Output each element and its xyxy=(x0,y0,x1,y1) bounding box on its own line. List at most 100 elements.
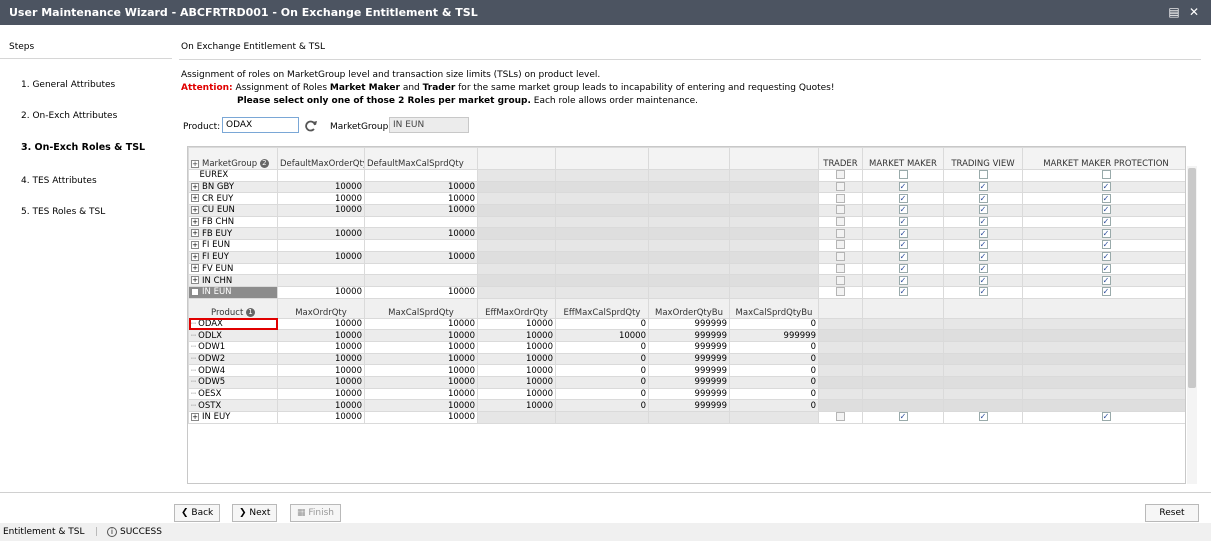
checked-checkbox-icon[interactable]: ✓ xyxy=(898,240,908,250)
expand-icon[interactable]: + xyxy=(191,229,199,238)
checked-checkbox-icon[interactable]: ✓ xyxy=(978,263,988,273)
default-max-cal-sprd-qty-cell[interactable]: 10000 xyxy=(364,285,478,299)
product-cell[interactable]: ┈ OSTX xyxy=(188,399,278,413)
default-max-cal-sprd-qty-cell[interactable] xyxy=(364,169,478,182)
default-max-order-qty-cell[interactable] xyxy=(277,274,365,287)
col-trading-view[interactable]: TRADING VIEW xyxy=(943,147,1023,170)
max-cal-sprd-qty-cell[interactable]: 10000 xyxy=(364,364,478,377)
checked-checkbox-icon[interactable]: ✓ xyxy=(898,217,908,227)
mm-protection-checkbox-cell[interactable]: ✓ xyxy=(1022,192,1185,206)
product-cell[interactable]: ┈ ODW5 xyxy=(188,376,278,389)
marketgroup-cell[interactable]: + CU EUN xyxy=(188,204,278,217)
col-default-max-order-qty[interactable]: DefaultMaxOrderQty xyxy=(277,147,365,170)
product-cell[interactable]: ┈ ODW4 xyxy=(188,364,278,377)
marketgroup-row[interactable]: + IN CHN ✓ ✓ ✓ xyxy=(188,274,1185,287)
trader-checkbox-cell[interactable] xyxy=(818,227,863,241)
checked-checkbox-icon[interactable]: ✓ xyxy=(1101,263,1111,273)
trading-view-checkbox-cell[interactable]: ✓ xyxy=(943,204,1023,217)
market-maker-checkbox-cell[interactable]: ✓ xyxy=(862,204,944,217)
expand-icon[interactable]: + xyxy=(191,205,199,214)
trading-view-checkbox-cell[interactable]: ✓ xyxy=(943,411,1023,424)
default-max-order-qty-cell[interactable] xyxy=(277,169,365,182)
product-row[interactable]: ┈ OESX 10000 10000 10000 0 999999 0 xyxy=(188,387,1185,401)
product-row[interactable]: ┈ ODW4 10000 10000 10000 0 999999 0 xyxy=(188,364,1185,377)
unchecked-checkbox-icon[interactable] xyxy=(836,240,845,250)
checked-checkbox-icon[interactable]: ✓ xyxy=(978,252,988,262)
collapse-icon[interactable]: − xyxy=(191,287,199,296)
unchecked-checkbox-icon[interactable] xyxy=(836,205,845,215)
unchecked-checkbox-icon[interactable] xyxy=(836,182,845,192)
checked-checkbox-icon[interactable]: ✓ xyxy=(1101,287,1111,297)
default-max-cal-sprd-qty-cell[interactable]: 10000 xyxy=(364,192,478,206)
mm-protection-checkbox-cell[interactable]: ✓ xyxy=(1022,262,1185,276)
checked-checkbox-icon[interactable]: ✓ xyxy=(978,193,988,203)
max-ordr-qty-cell[interactable]: 10000 xyxy=(277,399,365,413)
max-cal-sprd-qty-cell[interactable]: 10000 xyxy=(364,352,478,366)
mm-protection-checkbox-cell[interactable]: ✓ xyxy=(1022,204,1185,217)
market-maker-checkbox-cell[interactable]: ✓ xyxy=(862,239,944,252)
market-maker-checkbox-cell[interactable]: ✓ xyxy=(862,215,944,229)
checked-checkbox-icon[interactable]: ✓ xyxy=(1101,252,1111,262)
default-max-order-qty-cell[interactable]: 10000 xyxy=(277,411,365,424)
product-input[interactable]: ODAX xyxy=(222,117,299,133)
checked-checkbox-icon[interactable]: ✓ xyxy=(978,217,988,227)
marketgroup-cell[interactable]: + FI EUY xyxy=(188,250,278,264)
marketgroup-row[interactable]: + IN EUY 10000 10000 ✓ ✓ ✓ xyxy=(188,411,1185,424)
unchecked-checkbox-icon[interactable] xyxy=(836,228,845,238)
market-maker-checkbox-cell[interactable]: ✓ xyxy=(862,274,944,287)
expand-icon[interactable]: + xyxy=(191,194,199,203)
max-ordr-qty-cell[interactable]: 10000 xyxy=(277,364,365,377)
close-icon[interactable]: ✕ xyxy=(1187,5,1201,19)
back-button[interactable]: ❮ Back xyxy=(174,504,221,522)
trading-view-checkbox-cell[interactable]: ✓ xyxy=(943,274,1023,287)
marketgroup-row[interactable]: + CU EUN 10000 10000 ✓ ✓ ✓ xyxy=(188,204,1185,217)
default-max-order-qty-cell[interactable]: 10000 xyxy=(277,180,365,194)
checked-checkbox-icon[interactable]: ✓ xyxy=(898,412,908,422)
checked-checkbox-icon[interactable]: ✓ xyxy=(978,412,988,422)
marketgroup-cell[interactable]: + CR EUY xyxy=(188,192,278,206)
checked-checkbox-icon[interactable]: ✓ xyxy=(898,263,908,273)
subcol-maxcalsprdqty[interactable]: MaxCalSprdQty xyxy=(364,297,478,319)
product-row[interactable]: ┈ OSTX 10000 10000 10000 0 999999 0 xyxy=(188,399,1185,413)
default-max-cal-sprd-qty-cell[interactable]: 10000 xyxy=(364,411,478,424)
market-maker-checkbox-cell[interactable]: ✓ xyxy=(862,192,944,206)
default-max-cal-sprd-qty-cell[interactable]: 10000 xyxy=(364,227,478,241)
trader-checkbox-cell[interactable] xyxy=(818,262,863,276)
default-max-cal-sprd-qty-cell[interactable] xyxy=(364,262,478,276)
default-max-cal-sprd-qty-cell[interactable] xyxy=(364,239,478,252)
checked-checkbox-icon[interactable]: ✓ xyxy=(898,205,908,215)
trader-checkbox-cell[interactable] xyxy=(818,215,863,229)
marketgroup-row[interactable]: + CR EUY 10000 10000 ✓ ✓ ✓ xyxy=(188,192,1185,206)
market-maker-checkbox-cell[interactable]: ✓ xyxy=(862,411,944,424)
default-max-cal-sprd-qty-cell[interactable] xyxy=(364,274,478,287)
max-cal-sprd-qty-cell[interactable]: 10000 xyxy=(364,376,478,389)
market-maker-checkbox-cell[interactable]: ✓ xyxy=(862,285,944,299)
marketgroup-cell[interactable]: − IN EUN xyxy=(188,285,278,299)
checked-checkbox-icon[interactable]: ✓ xyxy=(978,240,988,250)
market-maker-checkbox-cell[interactable]: ✓ xyxy=(862,250,944,264)
marketgroup-cell[interactable]: + BN GBY xyxy=(188,180,278,194)
unchecked-checkbox-icon[interactable] xyxy=(898,170,908,180)
col-market-maker[interactable]: MARKET MAKER xyxy=(862,147,944,170)
marketgroup-cell[interactable]: + FB EUY xyxy=(188,227,278,241)
checked-checkbox-icon[interactable]: ✓ xyxy=(898,182,908,192)
marketgroup-cell[interactable]: + FI EUN xyxy=(188,239,278,252)
trader-checkbox-cell[interactable] xyxy=(818,192,863,206)
default-max-order-qty-cell[interactable] xyxy=(277,262,365,276)
expand-icon[interactable]: + xyxy=(191,182,199,191)
trading-view-checkbox-cell[interactable]: ✓ xyxy=(943,250,1023,264)
marketgroup-cell[interactable]: EUREX xyxy=(188,169,278,182)
checked-checkbox-icon[interactable]: ✓ xyxy=(978,287,988,297)
unchecked-checkbox-icon[interactable] xyxy=(836,193,845,203)
checked-checkbox-icon[interactable]: ✓ xyxy=(978,205,988,215)
trader-checkbox-cell[interactable] xyxy=(818,274,863,287)
mm-protection-checkbox-cell[interactable]: ✓ xyxy=(1022,411,1185,424)
subcol-maxorderqtybu[interactable]: MaxOrderQtyBu xyxy=(648,297,730,319)
marketgroup-row[interactable]: + FI EUY 10000 10000 ✓ ✓ ✓ xyxy=(188,250,1185,264)
subcol-maxcalsprdqtybu[interactable]: MaxCalSprdQtyBu xyxy=(729,297,819,319)
product-row[interactable]: ┈ ODW2 10000 10000 10000 0 999999 0 xyxy=(188,352,1185,366)
marketgroup-row[interactable]: EUREX xyxy=(188,169,1185,182)
default-max-cal-sprd-qty-cell[interactable]: 10000 xyxy=(364,204,478,217)
default-max-cal-sprd-qty-cell[interactable]: 10000 xyxy=(364,180,478,194)
refresh-icon[interactable] xyxy=(304,119,318,133)
